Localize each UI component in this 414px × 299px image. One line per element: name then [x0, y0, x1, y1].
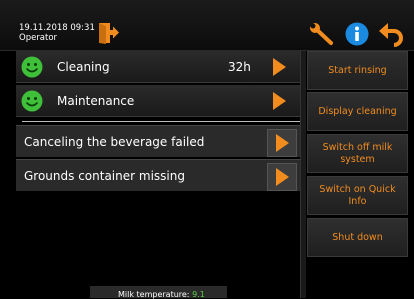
chevron-right-icon — [276, 134, 289, 152]
start-rinsing-button[interactable]: Start rinsing — [307, 51, 408, 90]
message-open-button[interactable] — [267, 129, 297, 157]
divider — [22, 121, 300, 122]
message-row[interactable]: Grounds container missing — [16, 159, 300, 191]
message-row[interactable]: Canceling the beverage failed — [16, 125, 300, 157]
wrench-icon[interactable] — [309, 22, 337, 48]
header-bar: 19.11.2018 09:31 Operator — [0, 0, 414, 51]
status-row-cleaning[interactable]: Cleaning 32h — [16, 51, 300, 83]
smiley-icon — [21, 56, 43, 78]
message-open-button[interactable] — [267, 163, 297, 191]
chevron-right-icon — [276, 168, 289, 186]
datetime: 19.11.2018 09:31 — [19, 23, 95, 33]
info-icon[interactable] — [345, 22, 369, 46]
status-label: Maintenance — [57, 94, 135, 108]
status-label: Cleaning — [57, 60, 110, 74]
back-arrow-icon[interactable] — [378, 22, 404, 48]
status-value: 32h — [228, 60, 251, 74]
coffee-machine-screen: 19.11.2018 09:31 Operator Cleaning 32h M… — [0, 0, 414, 299]
shut-down-button[interactable]: Shut down — [307, 218, 408, 257]
panel-separator — [300, 51, 306, 298]
message-label: Canceling the beverage failed — [24, 135, 205, 149]
switch-on-quick-info-button[interactable]: Switch on Quick Info — [307, 176, 408, 215]
message-label: Grounds container missing — [24, 169, 185, 183]
chevron-right-icon[interactable] — [273, 92, 286, 110]
chevron-right-icon[interactable] — [273, 58, 286, 76]
display-cleaning-button[interactable]: Display cleaning — [307, 92, 408, 131]
logout-icon[interactable] — [97, 22, 119, 44]
smiley-icon — [21, 90, 43, 112]
user-role: Operator — [19, 33, 58, 43]
switch-off-milk-system-button[interactable]: Switch off milk system — [307, 134, 408, 173]
status-row-maintenance[interactable]: Maintenance — [16, 85, 300, 117]
